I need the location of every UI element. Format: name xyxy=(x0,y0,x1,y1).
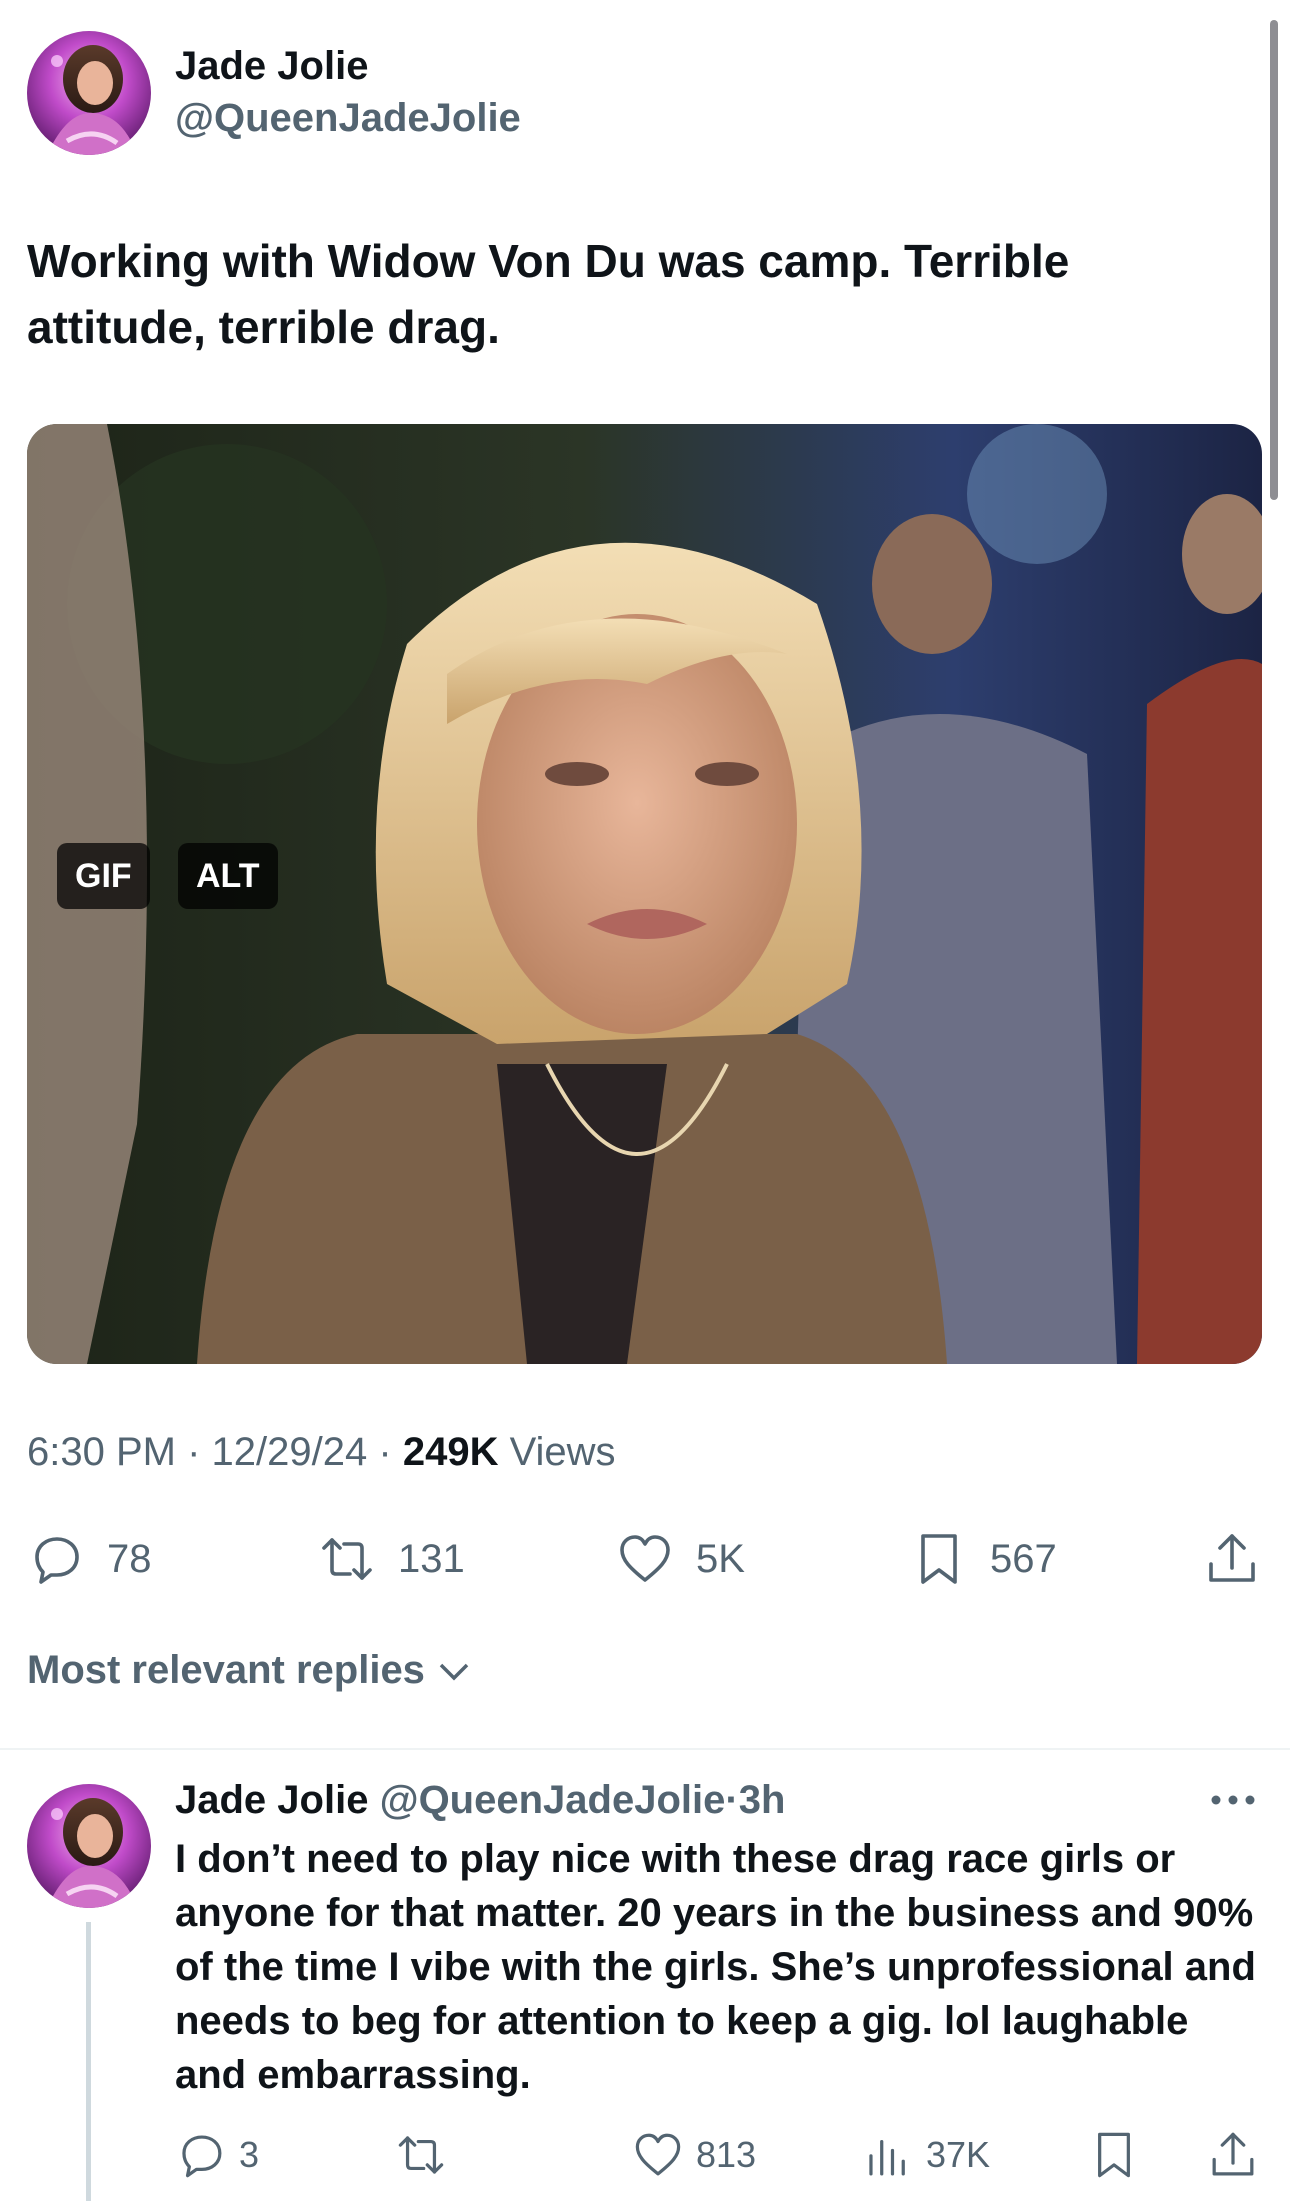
share-upload-icon xyxy=(1212,2132,1254,2176)
author-name[interactable]: Jade Jolie xyxy=(175,44,368,89)
reply-author-name[interactable]: Jade Jolie xyxy=(175,1778,368,1822)
like-button[interactable]: 5K xyxy=(616,1524,745,1594)
reply-button[interactable]: 78 xyxy=(27,1524,152,1594)
reply-views-count: 37K xyxy=(926,2134,991,2175)
share-upload-icon xyxy=(1209,1534,1255,1582)
speech-bubble-icon xyxy=(35,1537,79,1584)
reply-reply-button[interactable]: 3 xyxy=(175,2125,259,2185)
bar-chart-icon xyxy=(869,2139,905,2176)
replies-sort-label: Most relevant replies xyxy=(27,1648,425,1692)
repost-arrows-icon xyxy=(398,2136,444,2174)
tweet-date[interactable]: 12/29/24 xyxy=(212,1430,368,1474)
author-avatar[interactable] xyxy=(27,31,151,155)
avatar-image xyxy=(27,31,151,155)
replies-sort-dropdown[interactable]: Most relevant replies xyxy=(27,1648,473,1693)
reply-share-button[interactable] xyxy=(1207,2125,1259,2185)
bookmark-button[interactable]: 567 xyxy=(910,1524,1057,1594)
like-count: 5K xyxy=(696,1536,745,1581)
alt-text-badge[interactable]: ALT xyxy=(178,843,278,909)
reply-repost-button[interactable] xyxy=(395,2125,459,2185)
more-dots-icon[interactable] xyxy=(1208,1790,1258,1810)
share-button[interactable] xyxy=(1203,1524,1261,1594)
repost-count: 131 xyxy=(398,1536,465,1581)
reply-like-button[interactable]: 813 xyxy=(632,2125,756,2185)
views-count: 249K xyxy=(402,1430,499,1474)
reply-count: 78 xyxy=(107,1536,152,1581)
reply-action-bar: 3 813 37K xyxy=(0,2125,1290,2185)
bookmark-icon xyxy=(921,1534,957,1584)
avatar-image xyxy=(27,1784,151,1908)
tweet-text: Working with Widow Von Du was camp. Terr… xyxy=(27,235,1070,353)
reply-author-avatar[interactable] xyxy=(27,1784,151,1908)
repost-button[interactable]: 131 xyxy=(318,1524,465,1594)
tweet-action-bar: 78 131 5K 567 xyxy=(0,1524,1290,1594)
reply-reply-count: 3 xyxy=(239,2134,260,2175)
tweet-time[interactable]: 6:30 PM xyxy=(27,1430,176,1474)
chevron-down-icon xyxy=(439,1663,469,1680)
bookmark-icon xyxy=(1098,2132,1130,2178)
meta-separator: · xyxy=(187,1430,201,1474)
heart-icon xyxy=(620,1535,670,1582)
reply-text: I don’t need to play nice with these dra… xyxy=(175,1837,1256,2097)
heart-icon xyxy=(635,2133,681,2176)
bookmark-count: 567 xyxy=(990,1536,1057,1581)
reply-bookmark-button[interactable] xyxy=(1088,2125,1140,2185)
reply-views-button[interactable]: 37K xyxy=(862,2125,990,2185)
reply-separator: · xyxy=(725,1778,739,1822)
author-handle[interactable]: @QueenJadeJolie xyxy=(175,96,521,141)
speech-bubble-icon xyxy=(182,2135,222,2178)
views-label: Views xyxy=(509,1430,616,1474)
scrollbar[interactable] xyxy=(1270,20,1278,500)
repost-arrows-icon xyxy=(322,1538,372,1580)
gif-badge[interactable]: GIF xyxy=(57,843,150,909)
section-divider xyxy=(0,1748,1290,1750)
meta-separator: · xyxy=(378,1430,392,1474)
reply-time[interactable]: 3h xyxy=(739,1778,786,1822)
reply-author-handle[interactable]: @QueenJadeJolie xyxy=(380,1778,726,1822)
reply-header: Jade Jolie @QueenJadeJolie·3h xyxy=(175,1778,785,1823)
reply-like-count: 813 xyxy=(696,2134,757,2175)
tweet-meta-line: 6:30 PM · 12/29/24 · 249K Views xyxy=(27,1430,616,1475)
